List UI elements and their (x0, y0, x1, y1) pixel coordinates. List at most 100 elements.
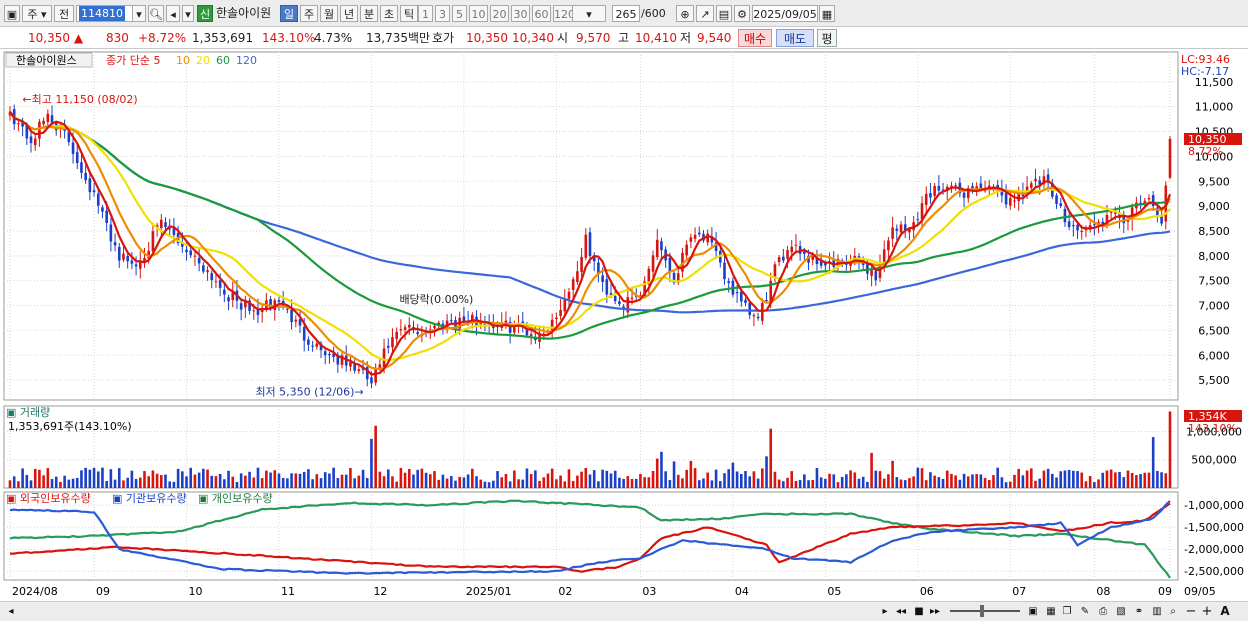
zoom-slider-track[interactable] (950, 610, 1020, 612)
font-size-button[interactable]: A (1218, 604, 1232, 619)
volume-tick-label: 500,000 (1191, 454, 1237, 467)
period-tab-2[interactable]: 월 (320, 5, 338, 22)
sell-button[interactable]: 매도 (776, 29, 814, 47)
volume-bar (798, 480, 802, 488)
candle-body (450, 320, 453, 322)
volume-bar (109, 469, 113, 488)
chart-scrollbar[interactable]: ◂ ▸ ◂◂ ■ ▸▸ ▣ ▦ ❐ ✎ ⎙ ▧ ⚭ ▥ ⌕ − + A (0, 601, 1248, 621)
volume-bar (134, 478, 138, 488)
print-icon[interactable]: ⎙ (1096, 604, 1110, 619)
volume-bar (534, 470, 537, 488)
gear-icon[interactable]: ⚙ (734, 5, 750, 22)
zoom-slider-handle[interactable] (980, 605, 984, 617)
volume-bar (571, 480, 575, 488)
period-tab-5[interactable]: 초 (380, 5, 398, 22)
candle-body (311, 345, 314, 347)
volume-bar (155, 473, 159, 488)
interval-tab-3[interactable]: 3 (435, 5, 450, 22)
candle-body (202, 265, 205, 272)
volume-bar (609, 473, 613, 488)
period-tab-0[interactable]: 일 (280, 5, 298, 22)
crosshair-icon[interactable]: ⊕ (676, 5, 694, 22)
volume-bar (874, 470, 878, 488)
trash-icon[interactable]: ▥ (1150, 604, 1164, 619)
speaker-icon[interactable]: ◂ (166, 5, 180, 22)
volume-bar (992, 475, 995, 488)
x-axis-label: 11 (281, 585, 295, 598)
stock-chart[interactable]: 5,500 6,000 6,500 7,000 7,500 8,000 8,500 9,000… (0, 50, 1248, 601)
image-icon[interactable]: ▧ (1114, 604, 1128, 619)
eval-button[interactable]: 평 (817, 29, 837, 47)
price-tick-label: 7,500 (1198, 275, 1230, 288)
period-tab-6[interactable]: 틱 (400, 5, 418, 22)
market-select[interactable]: 주 ▾ (22, 5, 52, 22)
candle-body (328, 353, 331, 356)
date-input[interactable]: 2025/09/05 (752, 5, 818, 22)
code-dropdown-icon[interactable]: ▾ (132, 5, 146, 22)
volume-bar (664, 471, 667, 488)
search-icon[interactable]: 🔍︎ (148, 5, 164, 22)
interval-tab-20[interactable]: 20 (490, 5, 509, 22)
candle-body (382, 348, 386, 368)
mode-select[interactable]: 전 (54, 5, 74, 22)
interval-dropdown[interactable]: ▾ (572, 5, 606, 22)
calendar-icon[interactable]: ▦ (819, 5, 835, 22)
volume-bar (1122, 477, 1126, 488)
volume-bar (1000, 477, 1004, 488)
interval-tab-30[interactable]: 30 (511, 5, 530, 22)
count-input[interactable]: 265 (612, 5, 640, 22)
chart-title: 한솔아이원스 (16, 54, 77, 67)
stop-icon[interactable]: ■ (912, 604, 926, 619)
rewind-icon[interactable]: ◂◂ (894, 604, 908, 619)
scroll-right-icon[interactable]: ▸ (878, 604, 892, 619)
volume-bar (500, 477, 504, 488)
volume-bar (374, 425, 377, 488)
volume-bar (1160, 472, 1163, 488)
volume-bar (332, 467, 335, 488)
volume-bar (54, 476, 58, 488)
period-tab-1[interactable]: 주 (300, 5, 318, 22)
volume-bar (735, 471, 739, 488)
indicator-icon[interactable]: ↗ (696, 5, 714, 22)
candle-body (576, 271, 579, 283)
volume-bar (504, 474, 508, 488)
volume-bar (1013, 474, 1016, 488)
volume-bar (483, 481, 487, 488)
interval-tab-5[interactable]: 5 (452, 5, 467, 22)
candle-body (651, 255, 655, 272)
volume-bar (113, 479, 117, 488)
volume-bar (550, 468, 554, 488)
volume-bar (1135, 475, 1138, 488)
grid-icon[interactable]: ▦ (1044, 604, 1058, 619)
volume-bar (1076, 471, 1079, 488)
bid-price: 10,340 (512, 31, 554, 45)
draw-icon[interactable]: ✎ (1078, 604, 1092, 619)
interval-tab-10[interactable]: 10 (469, 5, 488, 22)
zoom-plus-button[interactable]: + (1200, 604, 1214, 619)
x-axis-label: 2024/08 (12, 585, 58, 598)
save-icon[interactable]: ▤ (716, 5, 732, 22)
zoom-minus-button[interactable]: − (1184, 604, 1198, 619)
holdings-title-2: ▣ 기관보유수량 (112, 492, 187, 505)
candle-body (924, 193, 928, 205)
period-tab-4[interactable]: 분 (360, 5, 378, 22)
high-label: 고 (618, 31, 630, 45)
volume-bar (685, 469, 688, 488)
search-zoom-icon[interactable]: ⌕ (1166, 604, 1180, 619)
candle-body (929, 193, 932, 198)
forward-icon[interactable]: ▸▸ (928, 604, 942, 619)
interval-tab-1[interactable]: 1 (418, 5, 433, 22)
candle-body (790, 246, 794, 253)
scroll-left-icon[interactable]: ◂ (4, 604, 18, 619)
copy-icon[interactable]: ❐ (1060, 604, 1074, 619)
period-tab-3[interactable]: 년 (340, 5, 358, 22)
buy-button[interactable]: 매수 (738, 29, 772, 47)
chevron-down-icon[interactable]: ▾ (182, 5, 194, 22)
window-menu-icon[interactable]: ▣ (4, 5, 20, 22)
volume-bar (697, 480, 701, 488)
volume-bar (172, 481, 176, 488)
layout-icon[interactable]: ▣ (1026, 604, 1040, 619)
link-icon[interactable]: ⚭ (1132, 604, 1146, 619)
interval-tab-60[interactable]: 60 (532, 5, 551, 22)
candle-body (185, 249, 188, 253)
